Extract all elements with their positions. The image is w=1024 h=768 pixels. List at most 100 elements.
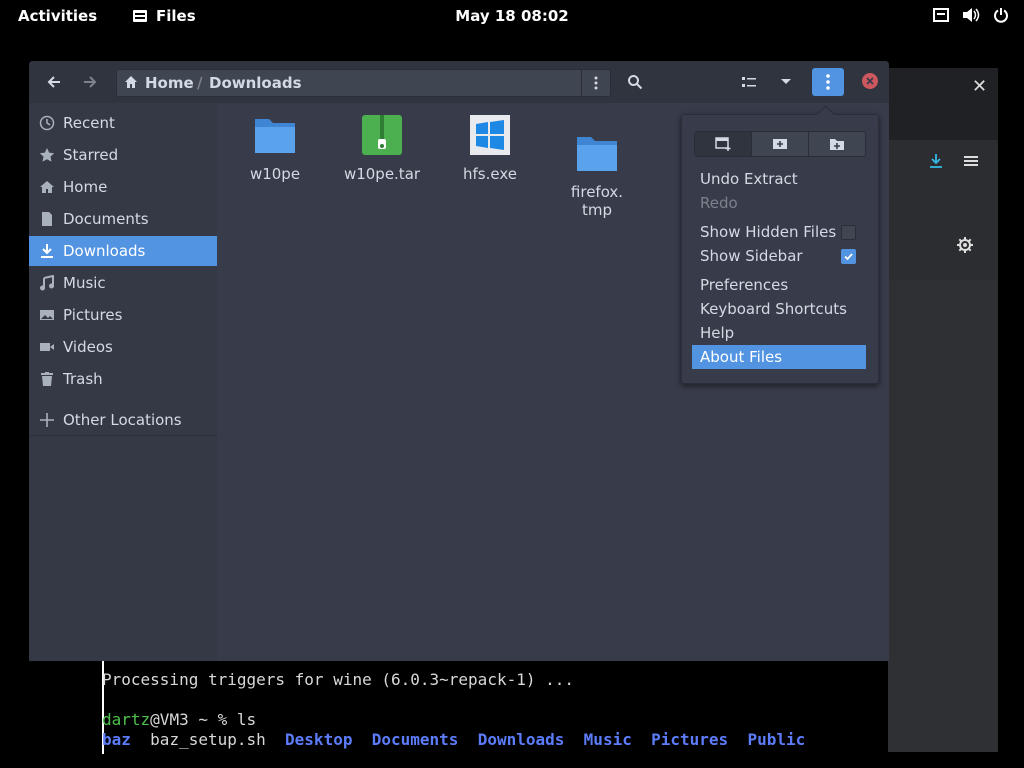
- download-icon[interactable]: [928, 153, 944, 173]
- file-name: hfs.exe: [463, 165, 517, 183]
- menu-item-label: Help: [700, 324, 735, 342]
- file-item[interactable]: w10pe.tar: [332, 113, 432, 183]
- sidebar-item-recent[interactable]: Recent: [29, 108, 217, 138]
- file-name: w10pe: [249, 165, 301, 183]
- search-button[interactable]: [621, 68, 649, 96]
- sidebar-divider: [29, 435, 217, 436]
- close-icon[interactable]: ✕: [972, 76, 987, 97]
- sidebar-item-videos[interactable]: Videos: [29, 332, 217, 362]
- breadcrumb-current[interactable]: Downloads: [209, 74, 302, 92]
- windows-exe-icon: [470, 115, 510, 155]
- clock[interactable]: May 18 08:02: [455, 7, 568, 25]
- show-hidden-checkbox[interactable]: [841, 225, 856, 240]
- sidebar-item-label: Pictures: [63, 306, 123, 324]
- system-tray[interactable]: [932, 6, 1010, 24]
- view-options-button[interactable]: [772, 68, 800, 96]
- sidebar-item-label: Home: [63, 178, 108, 196]
- app-menu-button[interactable]: Files: [132, 7, 196, 25]
- new-window-button[interactable]: [695, 132, 752, 156]
- activities-button[interactable]: Activities: [18, 7, 97, 25]
- menu-item-label: About Files: [700, 348, 783, 366]
- app-name: Files: [156, 7, 196, 25]
- volume-icon[interactable]: [962, 6, 980, 24]
- ls-entry: Documents: [371, 730, 459, 749]
- search-icon: [628, 75, 643, 90]
- sidebar-item-starred[interactable]: Starred: [29, 140, 217, 170]
- menu-item-about-files[interactable]: About Files: [692, 345, 866, 369]
- files-app-icon: [133, 10, 147, 22]
- window-close-button[interactable]: [862, 73, 878, 89]
- new-folder-button[interactable]: [809, 132, 865, 156]
- main-menu-button[interactable]: [812, 68, 844, 96]
- menu-item-preferences[interactable]: Preferences: [692, 273, 866, 297]
- path-options-button[interactable]: [581, 70, 610, 96]
- folder-icon: [577, 137, 617, 171]
- ls-entry: baz_setup.sh: [150, 730, 266, 749]
- menu-new-actions: [694, 131, 866, 157]
- menu-item-label: Keyboard Shortcuts: [700, 300, 847, 318]
- new-tab-icon: [773, 139, 787, 149]
- vertical-dots-icon: [826, 74, 830, 90]
- power-icon[interactable]: [992, 6, 1010, 24]
- top-bar: Activities Files May 18 08:02: [0, 0, 1024, 32]
- file-item[interactable]: w10pe: [225, 113, 325, 183]
- breadcrumb-home[interactable]: Home: [145, 74, 194, 92]
- header-bar: Home / Downloads: [29, 61, 889, 103]
- ls-entry: Desktop: [285, 730, 353, 749]
- sidebar-item-label: Starred: [63, 146, 119, 164]
- home-icon[interactable]: [124, 75, 138, 93]
- arrow-left-icon: [47, 76, 60, 88]
- list-view-icon: [742, 77, 756, 87]
- menu-item-undo[interactable]: Undo Extract: [692, 167, 866, 191]
- folder-icon: [255, 119, 295, 153]
- checkmark-icon: [844, 253, 853, 261]
- menu-item-keyboard-shortcuts[interactable]: Keyboard Shortcuts: [692, 297, 866, 321]
- path-bar[interactable]: Home / Downloads: [116, 69, 611, 97]
- sidebar-item-home[interactable]: Home: [29, 172, 217, 202]
- menu-item-label: Preferences: [700, 276, 789, 294]
- menu-item-help[interactable]: Help: [692, 321, 866, 345]
- star-icon: [39, 148, 55, 162]
- view-toggle-button[interactable]: [735, 68, 763, 96]
- sidebar: Recent Starred Home Documents Downloads …: [29, 103, 217, 661]
- ls-entry: Downloads: [477, 730, 565, 749]
- sidebar-item-downloads[interactable]: Downloads: [29, 236, 217, 266]
- prompt-user: dartz: [102, 710, 151, 729]
- menu-item-label: Undo Extract: [700, 170, 798, 188]
- sidebar-item-label: Videos: [63, 338, 113, 356]
- sidebar-item-label: Documents: [63, 210, 149, 228]
- sidebar-item-pictures[interactable]: Pictures: [29, 300, 217, 330]
- terminal-prompt: dartz@VM3 ~ % ls: [102, 710, 256, 729]
- file-item[interactable]: firefox. tmp: [547, 113, 647, 237]
- terminal-ls-output: baz baz_setup.sh Desktop Documents Downl…: [102, 730, 805, 749]
- sidebar-item-label: Recent: [63, 114, 115, 132]
- sidebar-item-label: Music: [63, 274, 106, 292]
- breadcrumb-separator: /: [197, 74, 203, 92]
- file-name: firefox. tmp: [570, 183, 624, 219]
- menu-item-label: Redo: [700, 194, 738, 212]
- gear-icon[interactable]: [956, 236, 974, 258]
- network-icon[interactable]: [932, 6, 950, 24]
- prompt-command: @VM3 ~ % ls: [150, 710, 257, 729]
- new-tab-button[interactable]: [752, 132, 809, 156]
- ls-entry: baz: [102, 730, 131, 749]
- sidebar-item-other-locations[interactable]: Other Locations: [29, 405, 217, 435]
- file-item[interactable]: hfs.exe: [440, 113, 540, 183]
- sidebar-item-documents[interactable]: Documents: [29, 204, 217, 234]
- hamburger-menu-icon[interactable]: [964, 153, 978, 172]
- new-folder-icon: [830, 138, 844, 150]
- new-window-icon: [715, 137, 731, 151]
- forward-button[interactable]: [76, 68, 104, 96]
- plus-icon: [40, 413, 54, 427]
- sidebar-item-music[interactable]: Music: [29, 268, 217, 298]
- download-icon: [41, 244, 53, 258]
- menu-item-show-sidebar[interactable]: Show Sidebar: [692, 244, 866, 268]
- show-sidebar-checkbox[interactable]: [841, 249, 856, 264]
- clock-icon: [39, 115, 55, 131]
- menu-item-label: Show Sidebar: [700, 247, 803, 265]
- back-button[interactable]: [40, 68, 68, 96]
- music-icon: [40, 275, 54, 291]
- menu-item-redo: Redo: [692, 191, 866, 215]
- menu-item-show-hidden-files[interactable]: Show Hidden Files: [692, 220, 866, 244]
- sidebar-item-trash[interactable]: Trash: [29, 364, 217, 394]
